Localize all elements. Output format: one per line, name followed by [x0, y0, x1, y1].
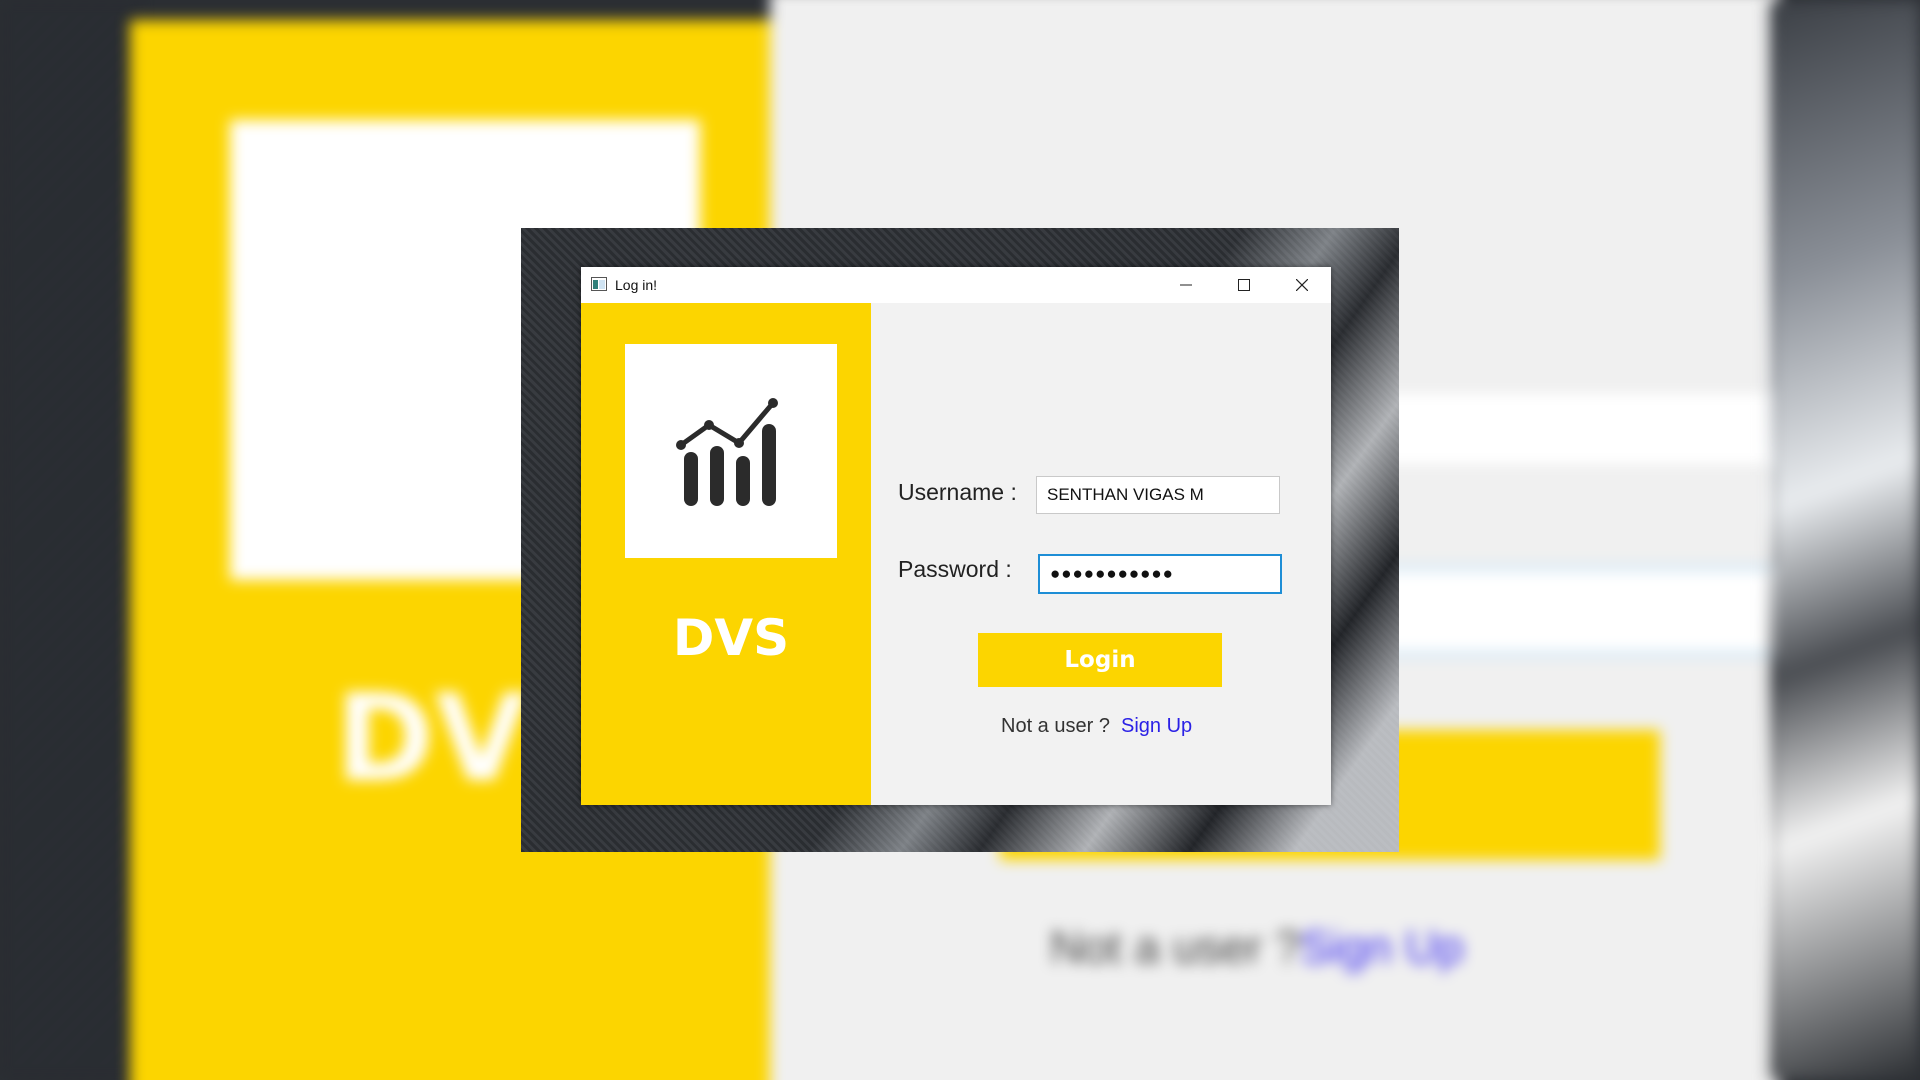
login-window: Log in! DVS Username: SENTHAN VIGAS M P…	[581, 267, 1331, 805]
close-icon	[1296, 279, 1308, 291]
username-input[interactable]	[1036, 476, 1280, 514]
close-button[interactable]	[1273, 267, 1331, 303]
login-button[interactable]: Login	[978, 633, 1222, 687]
app-icon	[591, 277, 607, 291]
title-bar[interactable]: Log in!	[581, 267, 1331, 303]
bg-username-field	[1360, 390, 1784, 468]
desktop-wallpaper: Log in! DVS Username: SENTHAN VIGAS M P…	[521, 228, 1399, 852]
bg-not-user-text: Not a user ?	[1050, 921, 1301, 973]
login-form: Username : Password : Login Not a user ?…	[871, 303, 1331, 805]
username-label: Username :	[898, 479, 1017, 505]
bg-password-field	[1360, 565, 1802, 657]
brand-panel: DVS	[581, 303, 871, 805]
bg-signup-link: Sign Up	[1300, 921, 1464, 973]
bg-metal-strip	[1770, 0, 1920, 1080]
minimize-icon	[1180, 284, 1192, 286]
chart-trend-icon	[676, 398, 778, 506]
password-label: Password :	[898, 556, 1012, 582]
signup-link[interactable]: Sign Up	[1121, 715, 1192, 738]
bg-dark-strip	[0, 0, 140, 1080]
password-input[interactable]	[1038, 554, 1282, 594]
not-user-text: Not a user ?	[1001, 715, 1110, 737]
logo-card	[625, 344, 837, 558]
brand-title: DVS	[672, 609, 790, 667]
maximize-button[interactable]	[1215, 267, 1273, 303]
maximize-icon	[1238, 279, 1250, 291]
minimize-button[interactable]	[1157, 267, 1215, 303]
window-title: Log in!	[615, 277, 658, 293]
